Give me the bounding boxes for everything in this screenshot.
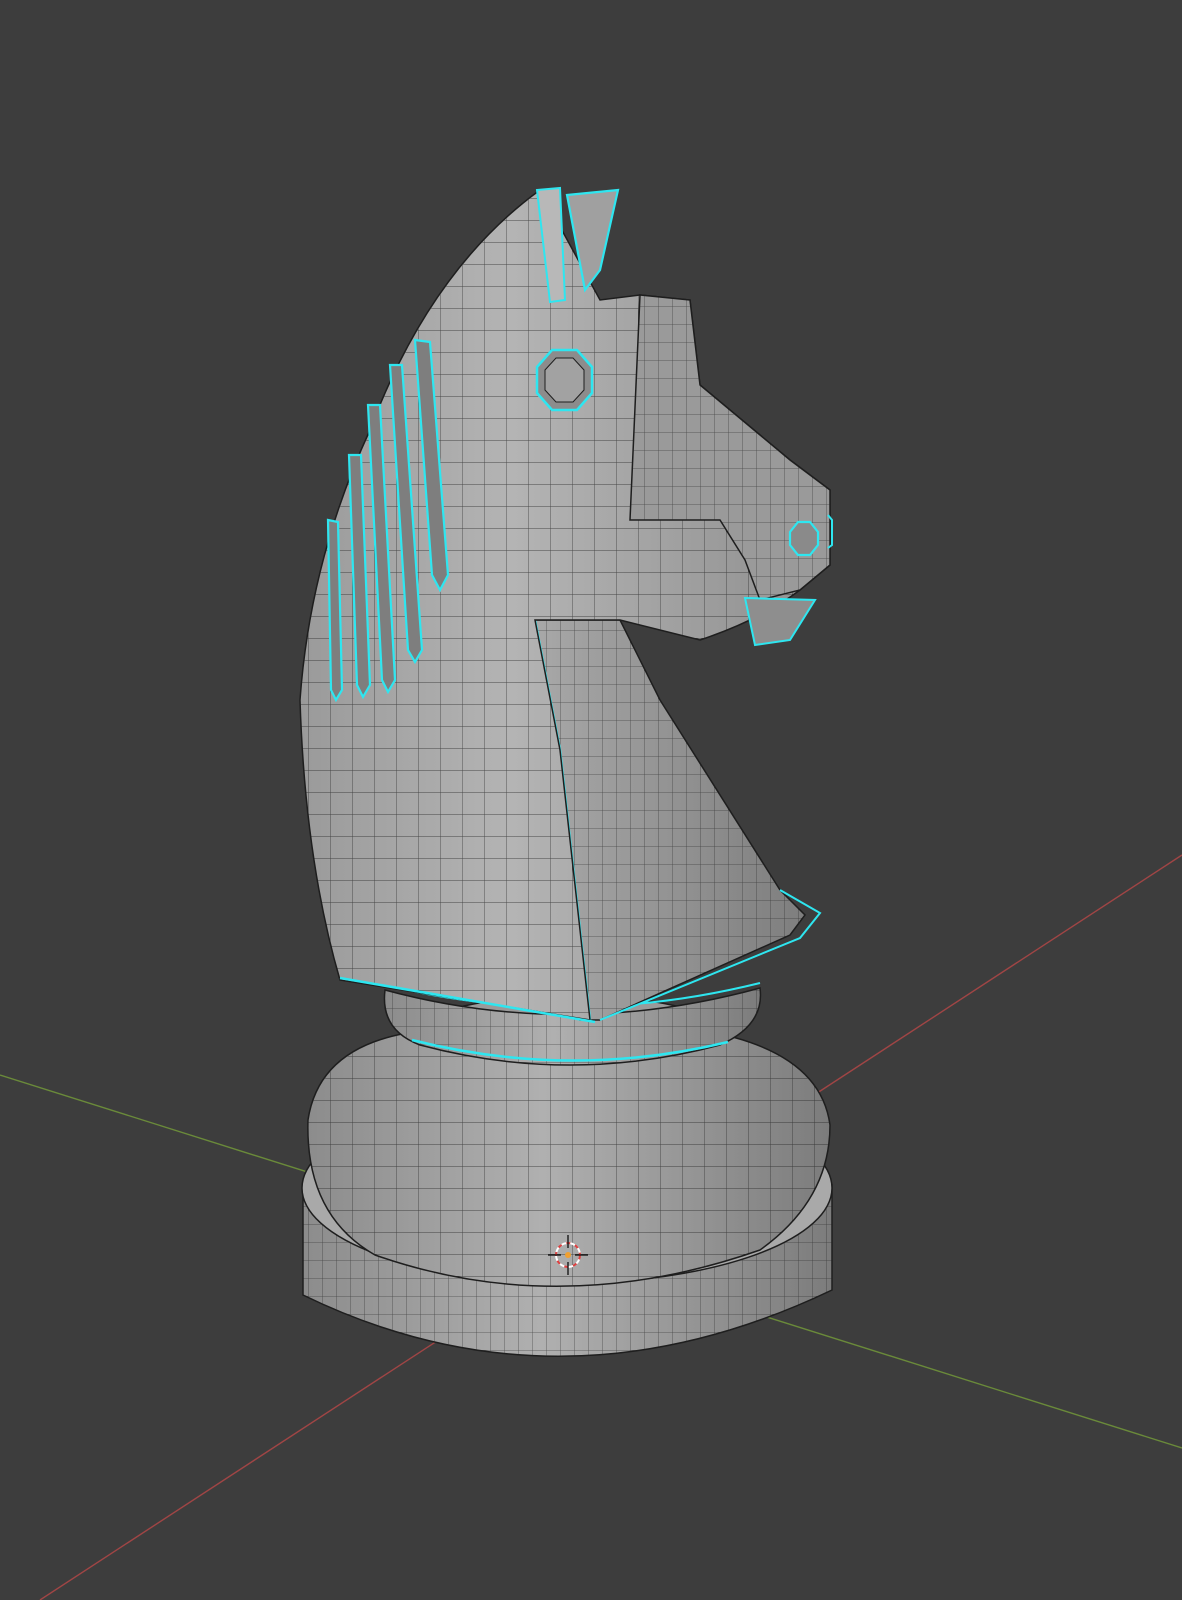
base-dome[interactable] — [307, 1029, 831, 1288]
3d-viewport[interactable] — [0, 0, 1182, 1600]
eye-socket — [535, 348, 594, 412]
viewport-canvas[interactable] — [0, 0, 1182, 1600]
